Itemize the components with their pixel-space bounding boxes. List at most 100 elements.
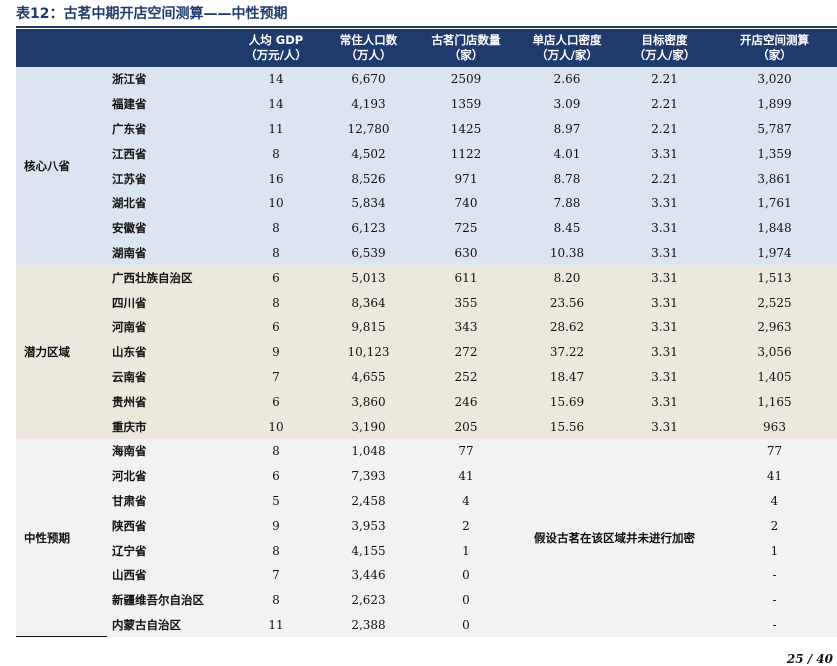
- population-cell: 8,526: [322, 166, 415, 191]
- gdp-cell: 6: [230, 314, 322, 340]
- province-cell: 广西壮族自治区: [108, 265, 230, 291]
- gdp-cell: 7: [230, 562, 322, 588]
- table-row: 辽宁省 8 4,155 1 1: [16, 538, 837, 563]
- group-label: 核心八省: [16, 67, 108, 266]
- expansion-cell: 3,020: [712, 67, 837, 92]
- table-row: 广东省 11 12,780 1425 8.97 2.21 5,787: [16, 116, 837, 142]
- store-density-cell: 8.45: [517, 215, 617, 241]
- target-density-cell: 3.31: [617, 240, 712, 266]
- population-cell: 5,834: [322, 190, 415, 216]
- province-cell: 江西省: [108, 141, 230, 167]
- table-row: 潜力区域 广西壮族自治区 6 5,013 611 8.20 3.31 1,513: [16, 265, 837, 439]
- store-density-cell: 23.56: [517, 290, 617, 315]
- store-count-cell: 252: [415, 364, 517, 390]
- target-density-cell: 3.31: [617, 290, 712, 315]
- expansion-cell: 77: [712, 438, 837, 464]
- population-cell: 7,393: [322, 463, 415, 489]
- store-count-cell: 2509: [415, 67, 517, 92]
- store-count-cell: 0: [415, 587, 517, 613]
- target-density-cell: 2.21: [617, 116, 712, 142]
- store-count-cell: 0: [415, 612, 517, 638]
- store-density-cell: 28.62: [517, 314, 617, 340]
- gdp-cell: 6: [230, 389, 322, 415]
- population-cell: 3,190: [322, 414, 415, 439]
- population-cell: 6,670: [322, 67, 415, 92]
- header-cell: 开店空间测算 （家）: [712, 29, 837, 67]
- table-row: 中性预期 海南省 8 1,048 77 假设古茗在该区域并未进行加密 77: [16, 438, 837, 638]
- expansion-cell: 1: [712, 538, 837, 563]
- gdp-cell: 10: [230, 414, 322, 439]
- expansion-cell: 2,963: [712, 314, 837, 340]
- store-count-cell: 0: [415, 562, 517, 588]
- store-count-cell: 272: [415, 339, 517, 365]
- target-density-cell: 3.31: [617, 141, 712, 167]
- expansion-cell: 3,056: [712, 339, 837, 365]
- province-cell: 河南省: [108, 314, 230, 340]
- expansion-cell: 1,974: [712, 240, 837, 266]
- store-count-cell: 1: [415, 538, 517, 563]
- expansion-cell: 1,165: [712, 389, 837, 415]
- province-cell: 陕西省: [108, 513, 230, 539]
- table-row: 重庆市 10 3,190 205 15.56 3.31 963: [16, 414, 837, 439]
- gdp-cell: 9: [230, 513, 322, 539]
- store-density-cell: 7.88: [517, 190, 617, 216]
- target-density-cell: 3.31: [617, 364, 712, 390]
- table-row: 贵州省 6 3,860 246 15.69 3.31 1,165: [16, 389, 837, 415]
- store-count-cell: 2: [415, 513, 517, 539]
- table-row: 河南省 6 9,815 343 28.62 3.31 2,963: [16, 314, 837, 340]
- gdp-cell: 9: [230, 339, 322, 365]
- province-cell: 江苏省: [108, 166, 230, 191]
- population-cell: 4,193: [322, 91, 415, 117]
- store-count-cell: 1359: [415, 91, 517, 117]
- expansion-cell: -: [712, 562, 837, 588]
- store-density-cell: 3.09: [517, 91, 617, 117]
- store-count-cell: 1425: [415, 116, 517, 142]
- gdp-cell: 6: [230, 463, 322, 489]
- population-cell: 1,048: [322, 438, 415, 464]
- target-density-cell: 2.21: [617, 166, 712, 191]
- store-count-cell: 41: [415, 463, 517, 489]
- store-count-cell: 725: [415, 215, 517, 241]
- expansion-cell: 41: [712, 463, 837, 489]
- population-cell: 10,123: [322, 339, 415, 365]
- store-density-cell: 37.22: [517, 339, 617, 365]
- province-cell: 山东省: [108, 339, 230, 365]
- gdp-cell: 14: [230, 67, 322, 92]
- table-row: 四川省 8 8,364 355 23.56 3.31 2,525: [16, 290, 837, 315]
- store-density-cell: 8.78: [517, 166, 617, 191]
- store-count-cell: 1122: [415, 141, 517, 167]
- gdp-cell: 8: [230, 538, 322, 563]
- target-density-cell: 2.21: [617, 67, 712, 92]
- population-cell: 3,860: [322, 389, 415, 415]
- store-count-cell: 4: [415, 488, 517, 514]
- table-row: 山西省 7 3,446 0 -: [16, 562, 837, 588]
- population-cell: 6,123: [322, 215, 415, 241]
- gdp-cell: 7: [230, 364, 322, 390]
- table-row: 核心八省 浙江省 14 6,670 2509 2.66 2.21 3,020: [16, 67, 837, 266]
- gdp-cell: 14: [230, 91, 322, 117]
- population-cell: 4,155: [322, 538, 415, 563]
- group-label: 中性预期: [16, 438, 108, 638]
- data-table: 人均 GDP （万元/人） 常住人口数 （万人） 古茗门店数量 （家） 单店人口密度（…: [16, 29, 837, 638]
- target-density-cell: 3.31: [617, 314, 712, 340]
- table-title: 表12：古茗中期开店空间测算——中性预期: [16, 6, 288, 22]
- store-count-cell: 77: [415, 438, 517, 464]
- store-density-cell: 2.66: [517, 67, 617, 92]
- table-row: 陕西省 9 3,953 2 2: [16, 513, 837, 539]
- store-count-cell: 740: [415, 190, 517, 216]
- gdp-cell: 8: [230, 587, 322, 613]
- gdp-cell: 8: [230, 290, 322, 315]
- population-cell: 8,364: [322, 290, 415, 315]
- province-cell: 贵州省: [108, 389, 230, 415]
- table-row: 福建省 14 4,193 1359 3.09 2.21 1,899: [16, 91, 837, 117]
- gdp-cell: 6: [230, 265, 322, 291]
- store-density-cell: 8.20: [517, 265, 617, 291]
- header-cell: [108, 29, 230, 67]
- page-number: 25 / 40: [786, 652, 833, 666]
- gdp-cell: 16: [230, 166, 322, 191]
- table-row: 甘肃省 5 2,458 4 4: [16, 488, 837, 514]
- store-density-cell: 15.56: [517, 414, 617, 439]
- expansion-cell: 1,761: [712, 190, 837, 216]
- province-cell: 河北省: [108, 463, 230, 489]
- gdp-cell: 10: [230, 190, 322, 216]
